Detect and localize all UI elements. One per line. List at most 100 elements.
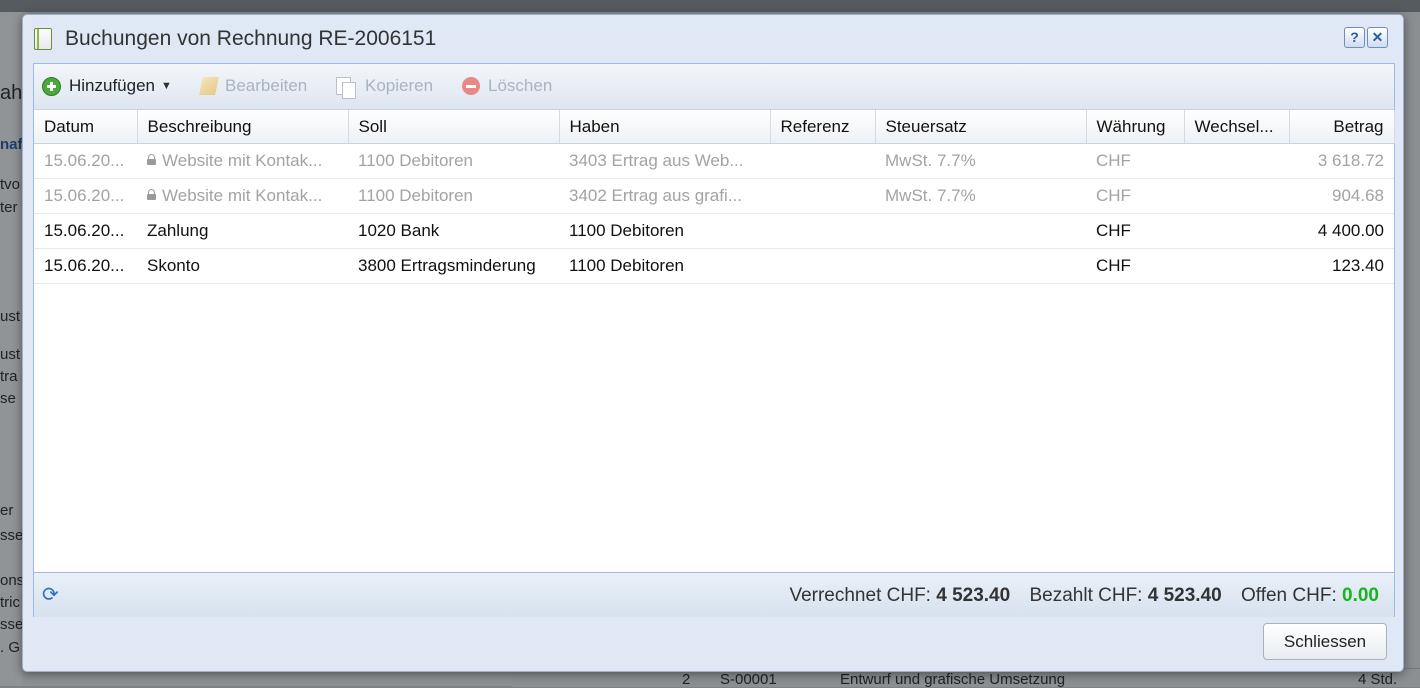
cell-betrag: 123.40	[1289, 248, 1394, 284]
cell-referenz	[770, 213, 875, 249]
background-text: tric	[0, 594, 20, 611]
background-text: naf	[0, 136, 23, 153]
verrechnet-value: 4 523.40	[936, 585, 1011, 606]
table-header-row: Datum Beschreibung Soll Haben Referenz S…	[34, 110, 1395, 144]
background-text: S-00001	[720, 671, 777, 688]
edit-button[interactable]: Bearbeiten	[199, 74, 308, 98]
offen-value: 0.00	[1342, 585, 1379, 606]
cell-haben: 1100 Debitoren	[559, 248, 770, 284]
cell-waehrung: CHF	[1086, 248, 1184, 284]
offen-label: Offen CHF:	[1241, 585, 1337, 606]
help-button[interactable]: ?	[1344, 27, 1365, 48]
pencil-icon	[199, 77, 219, 95]
cell-datum: 15.06.20...	[34, 248, 137, 284]
column-header-beschreibung[interactable]: Beschreibung	[137, 110, 349, 144]
cell-wechsel	[1184, 213, 1289, 249]
column-header-waehrung[interactable]: Währung	[1086, 110, 1185, 144]
cell-soll: 1100 Debitoren	[348, 143, 559, 179]
cell-datum: 15.06.20...	[34, 143, 137, 179]
column-header-steuersatz[interactable]: Steuersatz	[875, 110, 1087, 144]
add-button[interactable]: Hinzufügen ▼	[42, 74, 172, 98]
column-header-haben[interactable]: Haben	[559, 110, 771, 144]
background-text: ter	[0, 199, 18, 216]
edit-button-label: Bearbeiten	[225, 76, 308, 95]
table-row[interactable]: 15.06.20... Zahlung 1020 Bank 1100 Debit…	[34, 213, 1394, 249]
background-text: er	[0, 502, 14, 519]
cell-beschreibung: Website mit Kontak...	[137, 143, 348, 179]
delete-circle-icon	[462, 77, 480, 95]
table-row[interactable]: 15.06.20... Website mit Kontak... 1100 D…	[34, 143, 1394, 179]
cell-steuersatz	[875, 248, 1086, 284]
column-header-soll[interactable]: Soll	[348, 110, 560, 144]
background-text: ah	[0, 82, 23, 104]
cell-waehrung: CHF	[1086, 143, 1184, 179]
cell-soll: 1100 Debitoren	[348, 178, 559, 214]
background-left-column: ah naf tvo ter ust ust tra se er sse ons…	[0, 12, 25, 686]
cell-beschreibung: Zahlung	[137, 213, 348, 249]
column-header-datum[interactable]: Datum	[34, 110, 138, 144]
background-text: 2	[682, 671, 691, 688]
cell-datum: 15.06.20...	[34, 213, 137, 249]
lock-icon	[147, 154, 156, 165]
close-button[interactable]: Schliessen	[1263, 623, 1387, 660]
cell-soll: 1020 Bank	[348, 213, 559, 249]
cell-wechsel	[1184, 248, 1289, 284]
bookings-table: Datum Beschreibung Soll Haben Referenz S…	[34, 110, 1395, 284]
column-header-betrag[interactable]: Betrag	[1289, 110, 1395, 144]
background-text: se	[0, 390, 16, 407]
cell-soll: 3800 Ertragsminderung	[348, 248, 559, 284]
copy-button-label: Kopieren	[365, 76, 434, 95]
cell-steuersatz: MwSt. 7.7%	[875, 143, 1086, 179]
background-text: ust	[0, 346, 21, 363]
add-button-label: Hinzufügen	[69, 76, 156, 95]
background-text: tvo	[0, 176, 21, 193]
cell-waehrung: CHF	[1086, 178, 1184, 214]
cell-haben: 3403 Ertrag aus Web...	[559, 143, 770, 179]
refresh-icon[interactable]: ⟳	[42, 585, 62, 605]
notebook-icon	[34, 28, 52, 50]
cell-wechsel	[1184, 178, 1289, 214]
background-text: Entwurf und grafische Umsetzung	[840, 671, 1066, 688]
cell-referenz	[770, 178, 875, 214]
bookings-panel: Hinzufügen ▼ Bearbeiten Kopieren Löschen	[33, 63, 1395, 617]
close-icon[interactable]: ✕	[1367, 27, 1388, 48]
dialog-titlebar[interactable]: Buchungen von Rechnung RE-2006151 ? ✕	[23, 15, 1403, 63]
copy-button[interactable]: Kopieren	[336, 74, 434, 99]
cell-waehrung: CHF	[1086, 213, 1184, 249]
background-text: sse	[0, 527, 24, 544]
delete-button[interactable]: Löschen	[462, 74, 552, 98]
background-text: tra	[0, 368, 18, 385]
dialog-title: Buchungen von Rechnung RE-2006151	[65, 27, 437, 50]
summary-bar: ⟳ Verrechnet CHF: 4 523.40 Bezahlt CHF: …	[34, 572, 1394, 617]
verrechnet-label: Verrechnet CHF:	[789, 585, 931, 606]
background-text: ons	[0, 572, 25, 589]
column-header-referenz[interactable]: Referenz	[770, 110, 876, 144]
cell-steuersatz: MwSt. 7.7%	[875, 178, 1086, 214]
add-circle-icon	[42, 76, 61, 96]
cell-beschreibung: Website mit Kontak...	[137, 178, 348, 214]
column-header-wechsel[interactable]: Wechsel...	[1184, 110, 1290, 144]
chevron-down-icon: ▼	[161, 80, 172, 92]
cell-beschreibung-text: Website mit Kontak...	[162, 186, 323, 205]
cell-wechsel	[1184, 143, 1289, 179]
bezahlt-value: 4 523.40	[1147, 585, 1222, 606]
bezahlt-label: Bezahlt CHF:	[1029, 585, 1143, 606]
copy-icon	[336, 77, 356, 99]
table-row[interactable]: 15.06.20... Website mit Kontak... 1100 D…	[34, 178, 1394, 214]
background-text: . G	[0, 639, 21, 656]
background-topbar	[0, 0, 1420, 12]
cell-steuersatz	[875, 213, 1086, 249]
cell-referenz	[770, 143, 875, 179]
table-row[interactable]: 15.06.20... Skonto 3800 Ertragsminderung…	[34, 248, 1394, 284]
delete-button-label: Löschen	[488, 76, 553, 95]
cell-haben: 1100 Debitoren	[559, 213, 770, 249]
cell-betrag: 3 618.72	[1289, 143, 1394, 179]
cell-betrag: 4 400.00	[1289, 213, 1394, 249]
cell-datum: 15.06.20...	[34, 178, 137, 214]
toolbar: Hinzufügen ▼ Bearbeiten Kopieren Löschen	[34, 64, 1394, 110]
lock-icon	[147, 189, 156, 200]
cell-referenz	[770, 248, 875, 284]
cell-beschreibung: Skonto	[137, 248, 348, 284]
background-text: ust	[0, 308, 21, 325]
cell-beschreibung-text: Website mit Kontak...	[162, 151, 323, 170]
